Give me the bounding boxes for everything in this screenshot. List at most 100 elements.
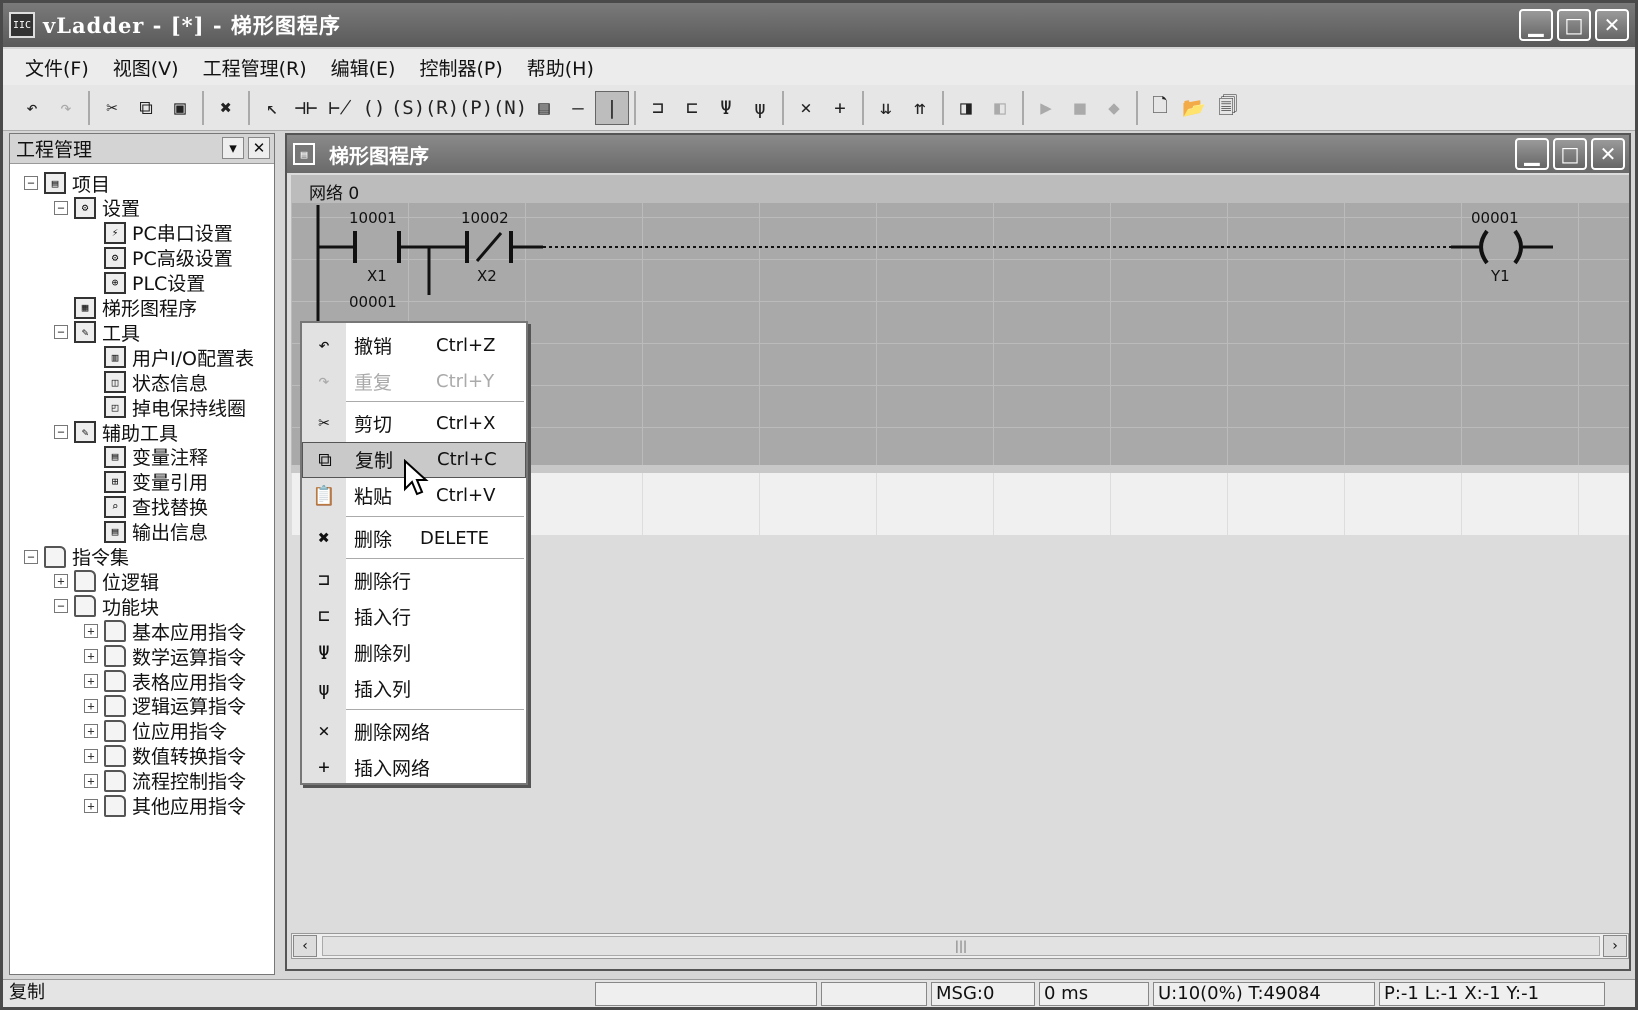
tree-item[interactable]: 表格应用指令 — [104, 668, 246, 694]
minimize-button[interactable]: ▁ — [1519, 9, 1553, 41]
insert-row-icon[interactable]: ⊐ — [641, 91, 675, 125]
child-maximize-button[interactable]: □ — [1553, 138, 1587, 170]
tree-item[interactable]: 位应用指令 — [104, 718, 227, 744]
tree-item[interactable]: ⊕ PLC设置 — [104, 270, 205, 296]
ladder-window-title-bar[interactable]: ▤ 梯形图程序 ▁ □ ✕ — [287, 135, 1629, 173]
expand-icon[interactable]: + — [84, 674, 98, 688]
undo-icon[interactable]: ↶ — [15, 91, 49, 125]
context-menu-item-delete-network[interactable]: × 删除网络 — [302, 713, 526, 749]
expand-icon[interactable]: + — [84, 798, 98, 813]
child-minimize-button[interactable]: ▁ — [1515, 138, 1549, 170]
context-menu-item-insert-column[interactable]: ψ 插入列 — [302, 671, 526, 707]
vertical-line-icon[interactable]: | — [595, 90, 629, 125]
expand-icon[interactable]: + — [84, 624, 98, 639]
context-menu-item-insert-network[interactable]: + 插入网络 — [302, 749, 526, 785]
scroll-right-icon[interactable]: › — [1603, 935, 1627, 957]
select-icon[interactable]: ↖ — [255, 91, 289, 125]
context-menu-item-delete-column[interactable]: Ψ 删除列 — [302, 635, 526, 671]
insert-column-icon[interactable]: Ψ — [709, 91, 743, 125]
expand-icon[interactable]: + — [84, 649, 98, 664]
tree-item[interactable]: ⚡ PC串口设置 — [104, 220, 233, 246]
tree-item[interactable]: ⚙ 设置 — [74, 195, 140, 221]
cut-icon[interactable]: ✂ — [95, 91, 129, 125]
contact-no-icon[interactable]: ⊣⊢ — [289, 91, 323, 125]
delete-row-icon[interactable]: ⊏ — [675, 91, 709, 125]
delete-icon[interactable]: ✖ — [209, 91, 243, 125]
run-icon[interactable]: ▶ — [1029, 91, 1063, 125]
tree-item[interactable]: ⊞ 变量引用 — [104, 469, 208, 495]
maximize-button[interactable]: □ — [1557, 9, 1591, 41]
tree-item[interactable]: 数学运算指令 — [104, 643, 246, 669]
tree-item[interactable]: ▦ 梯形图程序 — [74, 295, 197, 321]
close-button[interactable]: ✕ — [1595, 9, 1629, 41]
collapse-icon[interactable]: − — [54, 425, 68, 439]
title-bar[interactable]: IIC vLadder - [*] - 梯形图程序 ▁ □ ✕ — [3, 3, 1635, 47]
expand-icon[interactable]: + — [54, 574, 68, 589]
tree-item[interactable]: ▥ 用户I/O配置表 — [104, 344, 254, 370]
collapse-icon[interactable]: − — [54, 325, 68, 340]
tree-item[interactable]: ▤ 变量注释 — [104, 444, 208, 470]
compile-icon[interactable]: ◆ — [1097, 91, 1131, 125]
scroll-thumb[interactable]: ||| — [322, 936, 1600, 956]
negative-edge-icon[interactable]: (N) — [493, 91, 527, 125]
context-menu-item-undo[interactable]: ↶ 撤销 Ctrl+Z — [302, 327, 526, 363]
upload-icon[interactable]: ⇈ — [903, 91, 937, 125]
expand-icon[interactable]: + — [84, 773, 98, 788]
collapse-icon[interactable]: − — [24, 549, 38, 564]
tree-item[interactable]: ✎ 工具 — [74, 319, 140, 345]
context-menu-item-delete[interactable]: ✖ 删除 DELETE — [302, 520, 526, 556]
insert-network-icon[interactable]: + — [823, 91, 857, 125]
download-icon[interactable]: ⇊ — [869, 91, 903, 125]
tree-item[interactable]: ◰ 掉电保持线圈 — [104, 394, 246, 420]
menu-item-2[interactable]: 工程管理(R) — [191, 54, 319, 81]
positive-edge-icon[interactable]: (P) — [459, 91, 493, 125]
menu-item-1[interactable]: 视图(V) — [101, 54, 191, 81]
tree-item[interactable]: 基本应用指令 — [104, 618, 246, 644]
save-all-icon[interactable]: 🗐 — [1211, 91, 1245, 125]
tree-item[interactable]: ▤ 项目 — [44, 170, 110, 196]
scroll-left-icon[interactable]: ‹ — [293, 935, 317, 957]
set-coil-icon[interactable]: (S) — [391, 91, 425, 125]
tree-item[interactable]: 其他应用指令 — [104, 793, 246, 819]
tree-item[interactable]: ⚙ PC高级设置 — [104, 245, 233, 271]
collapse-icon[interactable]: − — [54, 200, 68, 215]
expand-icon[interactable]: + — [84, 748, 98, 763]
context-menu-item-insert-row[interactable]: ⊏ 插入行 — [302, 598, 526, 634]
expand-icon[interactable]: + — [84, 698, 98, 713]
menu-item-5[interactable]: 帮助(H) — [515, 54, 606, 81]
open-folder-icon[interactable]: 📂 — [1177, 91, 1211, 125]
delete-network-icon[interactable]: × — [789, 91, 823, 125]
tree-item[interactable]: 逻辑运算指令 — [104, 693, 246, 719]
collapse-icon[interactable]: − — [24, 176, 38, 190]
contact-nc-icon[interactable]: ⊬ — [323, 91, 357, 125]
menu-item-4[interactable]: 控制器(P) — [407, 54, 514, 81]
paste-icon[interactable]: ▣ — [163, 91, 197, 125]
tree-item[interactable]: 数值转换指令 — [104, 743, 246, 769]
copy-icon[interactable]: ⧉ — [129, 91, 163, 125]
tree-item[interactable]: 位逻辑 — [74, 568, 159, 594]
reset-coil-icon[interactable]: (R) — [425, 91, 459, 125]
redo-icon[interactable]: ↷ — [49, 91, 83, 125]
monitor-icon[interactable]: ◨ — [949, 91, 983, 125]
function-block-icon[interactable]: ▤ — [527, 91, 561, 125]
tree-item[interactable]: ✎ 辅助工具 — [74, 419, 178, 445]
expand-icon[interactable]: + — [84, 723, 98, 738]
collapse-icon[interactable]: − — [54, 599, 68, 614]
tree-item[interactable]: 指令集 — [44, 544, 129, 570]
tree-item[interactable]: ⌕ 查找替换 — [104, 494, 208, 520]
tree-item[interactable]: 功能块 — [74, 593, 159, 619]
tree-item[interactable]: ▤ 输出信息 — [104, 519, 208, 545]
horizontal-scrollbar[interactable]: ‹ ||| › — [291, 933, 1629, 959]
context-menu-item-redo[interactable]: ↷ 重复 Ctrl+Y — [302, 363, 526, 399]
menu-item-3[interactable]: 编辑(E) — [319, 54, 408, 81]
tree-item[interactable]: 流程控制指令 — [104, 768, 246, 794]
delete-column-icon[interactable]: ψ — [743, 91, 777, 125]
coil-icon[interactable]: () — [357, 91, 391, 125]
context-menu-item-cut[interactable]: ✂ 剪切 Ctrl+X — [302, 405, 526, 441]
menu-item-0[interactable]: 文件(F) — [13, 54, 101, 81]
context-menu-item-delete-row[interactable]: ⊐ 删除行 — [302, 562, 526, 598]
child-close-button[interactable]: ✕ — [1591, 138, 1625, 170]
tree-item[interactable]: ◫ 状态信息 — [104, 369, 208, 395]
panel-close-icon[interactable]: ✕ — [248, 137, 270, 159]
new-file-icon[interactable]: 🗋 — [1143, 91, 1177, 125]
